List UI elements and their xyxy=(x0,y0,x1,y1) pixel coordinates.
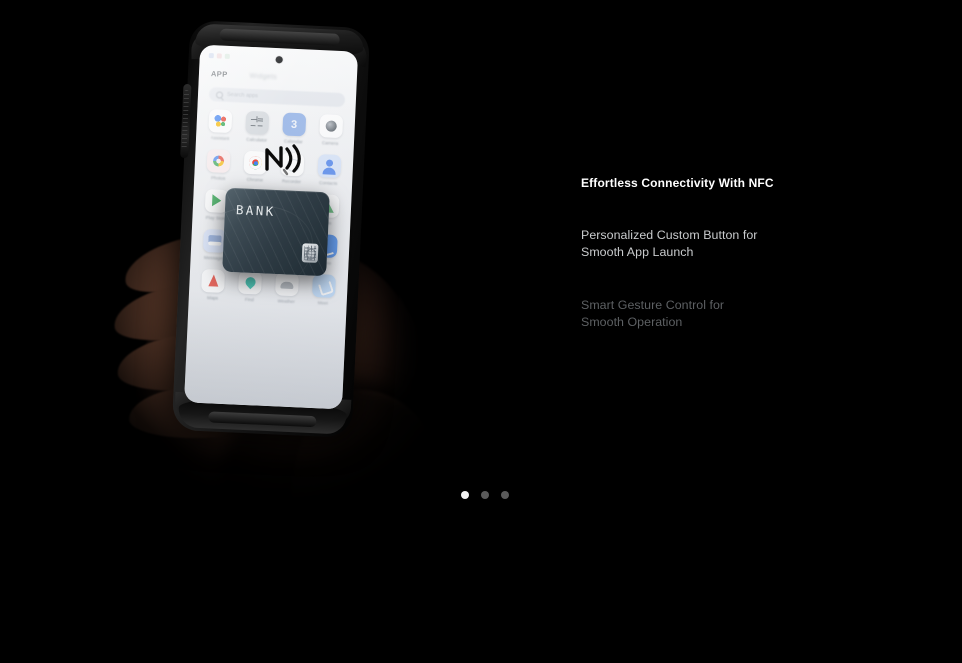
app-icon-meet[interactable]: Meet xyxy=(306,273,341,306)
app-icon-calculator[interactable]: Calculator xyxy=(240,110,275,143)
app-icon-photos[interactable]: Photos xyxy=(201,149,236,181)
nfc-wave-icon xyxy=(262,140,306,176)
app-icon-camera[interactable]: Camera xyxy=(313,114,348,146)
app-icon-find[interactable]: Find xyxy=(232,270,267,302)
tab-widgets[interactable]: Widgets xyxy=(249,73,277,81)
app-search-bar[interactable]: Search apps xyxy=(208,87,346,108)
front-camera-punch-hole xyxy=(275,56,283,64)
calendar-icon xyxy=(282,112,307,137)
page-title: Effortless Connectivity With NFC xyxy=(581,176,774,190)
app-label: Chrome xyxy=(246,176,264,183)
find-device-icon xyxy=(238,270,263,295)
carousel-dot-2[interactable] xyxy=(481,491,489,499)
maps-icon xyxy=(201,268,226,293)
app-label: Assistant xyxy=(210,135,230,142)
app-label: Maps xyxy=(206,295,219,301)
app-icon-weather[interactable]: Weather xyxy=(269,272,304,304)
app-icon-maps[interactable]: Maps xyxy=(196,268,231,301)
carousel-dot-3[interactable] xyxy=(501,491,509,499)
bank-card-overlay: BANK xyxy=(222,187,330,277)
camera-icon xyxy=(318,114,343,139)
app-drawer-tabs: APP Widgets xyxy=(199,69,357,85)
google-assistant-icon xyxy=(208,109,233,134)
card-chip-icon xyxy=(301,243,319,263)
app-label: Contacts xyxy=(319,180,338,186)
search-icon xyxy=(215,90,224,99)
app-label: Photos xyxy=(210,175,226,181)
app-label: Recorder xyxy=(281,178,302,185)
feature-text-primary: Personalized Custom Button for Smooth Ap… xyxy=(581,228,758,259)
app-label: Camera xyxy=(321,140,339,146)
app-label: Weather xyxy=(277,298,295,305)
carousel-dot-1[interactable] xyxy=(461,491,469,499)
app-icon-assistant[interactable]: Assistant xyxy=(203,109,238,141)
contacts-icon xyxy=(317,154,342,179)
bank-card-label: BANK xyxy=(235,202,276,219)
status-bar-icons xyxy=(208,53,230,59)
calculator-icon xyxy=(245,110,270,135)
search-placeholder: Search apps xyxy=(226,91,259,100)
slide-canvas: APP Widgets Search apps Assistant Calcula… xyxy=(0,0,962,663)
meet-icon xyxy=(311,273,336,298)
app-label: Meet xyxy=(317,300,329,306)
app-label: Find xyxy=(244,296,254,303)
carousel-pagination xyxy=(461,491,509,499)
photos-icon xyxy=(206,149,231,174)
tab-app[interactable]: APP xyxy=(211,69,228,79)
feature-copy-block: Effortless Connectivity With NFC Persona… xyxy=(581,176,911,331)
weather-icon xyxy=(274,272,299,297)
app-icon-contacts[interactable]: Contacts xyxy=(311,154,346,186)
feature-text-secondary: Smart Gesture Control for Smooth Operati… xyxy=(581,298,725,329)
